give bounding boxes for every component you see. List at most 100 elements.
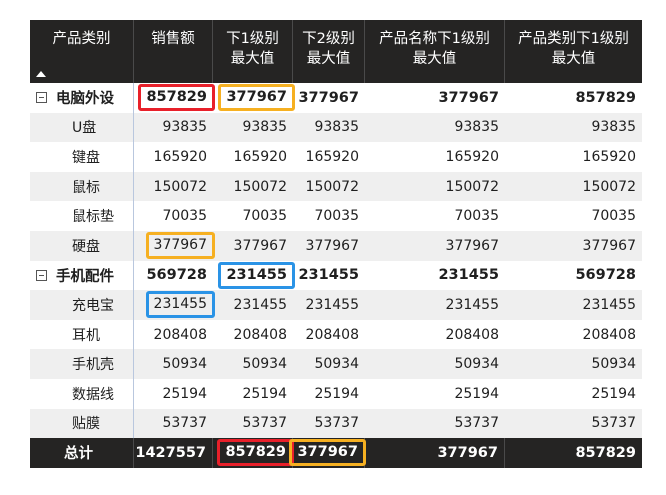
table-row: 贴膜 53737 53737 53737 53737 53737 [30,408,642,439]
highlighted-value: 377967 [218,84,295,112]
column-header-product-category[interactable]: 产品类别 [30,20,134,83]
column-header-product-name-level1-max[interactable]: 产品名称下1级别 最大值 [365,20,505,83]
table-cell: 377967 [305,237,359,254]
table-cell: 70035 [242,208,287,225]
product-name: 贴膜 [30,408,134,439]
table-cell: 231455 [298,267,359,284]
product-name: 硬盘 [30,230,134,261]
highlighted-value: 377967 [289,439,366,467]
table-cell: 25194 [454,385,499,402]
table-cell: 53737 [454,415,499,432]
highlighted-value: 857829 [217,439,294,467]
table-cell: 1427557 [134,438,213,468]
table-cell: 50934 [242,356,287,373]
table-cell: 569728 [575,267,636,284]
table-cell: 377967 [438,89,499,106]
table-row: U盘 93835 93835 93835 93835 93835 [30,112,642,143]
table-total-row: 总计 1427557 857829 377967 377967 857829 [30,438,642,468]
table-cell: 53737 [242,415,287,432]
product-name: U盘 [30,112,134,143]
table-cell: 93835 [162,119,207,136]
table-cell: 165920 [582,148,636,165]
table-cell: 70035 [162,208,207,225]
table-cell: 53737 [591,415,636,432]
table-cell: 165920 [153,148,207,165]
table-cell: 50934 [162,356,207,373]
table-cell: 377967 [365,438,505,468]
table-cell: 231455 [582,296,636,313]
table-cell: 25194 [591,385,636,402]
table-cell: 231455 [445,296,499,313]
table-row: 键盘 165920 165920 165920 165920 165920 [30,142,642,172]
table-cell: 93835 [314,119,359,136]
product-name: 数据线 [30,378,134,409]
table-cell: 377967 [298,89,359,106]
table-cell: 208408 [445,326,499,343]
product-name: 鼠标垫 [30,201,134,231]
table-cell: 25194 [242,385,287,402]
table-cell: 50934 [454,356,499,373]
table-cell: 150072 [582,178,636,195]
column-header-sales[interactable]: 销售额 [134,20,213,83]
table-cell: 150072 [445,178,499,195]
table-cell: 150072 [305,178,359,195]
highlighted-value: 231455 [145,291,215,319]
product-name: 鼠标 [30,171,134,202]
table-cell: 231455 [305,296,359,313]
table-cell: 857829 [575,444,636,461]
highlighted-value: 377967 [145,232,215,260]
table-cell: 93835 [591,119,636,136]
matrix-table: 产品类别 销售额 下1级别 最大值 下2级别 最大值 产品名称下1级别 最大值 产品类… [30,20,642,468]
product-name: 键盘 [30,142,134,172]
table-cell: 25194 [314,385,359,402]
table-cell: 53737 [314,415,359,432]
table-cell: 569728 [146,267,207,284]
table-cell: 165920 [445,148,499,165]
table-cell: 50934 [314,356,359,373]
table-cell: 377967 [582,237,636,254]
table-row: 耳机 208408 208408 208408 208408 208408 [30,319,642,350]
table-cell: 208408 [153,326,207,343]
sort-ascending-icon[interactable] [36,71,46,77]
table-cell: 208408 [305,326,359,343]
table-cell: 231455 [438,267,499,284]
collapse-icon[interactable] [36,92,47,104]
product-name: 充电宝 [30,290,134,320]
table-row: 硬盘 377967 377967 377967 377967 377967 [30,230,642,261]
table-row: 数据线 25194 25194 25194 25194 25194 [30,378,642,409]
table-cell: 165920 [233,148,287,165]
table-cell: 70035 [591,208,636,225]
table-cell: 377967 [445,237,499,254]
table-cell: 150072 [153,178,207,195]
category-name: 手机配件 [56,268,114,285]
table-row: 充电宝 231455 231455 231455 231455 231455 [30,290,642,320]
table-cell: 70035 [454,208,499,225]
table-row: 鼠标垫 70035 70035 70035 70035 70035 [30,201,642,231]
highlighted-value: 857829 [138,84,215,112]
column-header-product-category-level1-max[interactable]: 产品类别下1级别 最大值 [505,20,642,83]
table-header: 产品类别 销售额 下1级别 最大值 下2级别 最大值 产品名称下1级别 最大值 产品类… [30,20,642,83]
table-cell: 93835 [454,119,499,136]
table-cell: 150072 [233,178,287,195]
column-header-level2-max[interactable]: 下2级别 最大值 [293,20,365,83]
column-header-level1-max[interactable]: 下1级别 最大值 [213,20,293,83]
collapse-icon[interactable] [36,269,47,281]
table-cell: 208408 [582,326,636,343]
total-label: 总计 [30,438,134,468]
table-row: 手机壳 50934 50934 50934 50934 50934 [30,349,642,379]
table-cell: 25194 [162,385,207,402]
product-name: 耳机 [30,319,134,350]
table-cell: 231455 [233,296,287,313]
table-cell: 93835 [242,119,287,136]
table-cell: 70035 [314,208,359,225]
table-cell: 208408 [233,326,287,343]
table-cell: 53737 [162,415,207,432]
category-name: 电脑外设 [56,91,114,108]
highlighted-value: 231455 [218,261,295,289]
table-cell: 857829 [575,89,636,106]
table-cell: 165920 [305,148,359,165]
table-cell: 50934 [591,356,636,373]
table-cell: 377967 [233,237,287,254]
table-row-category: 手机配件 569728 231455 231455 231455 569728 [30,260,642,291]
table-row-category: 电脑外设 857829 377967 377967 377967 857829 [30,83,642,113]
